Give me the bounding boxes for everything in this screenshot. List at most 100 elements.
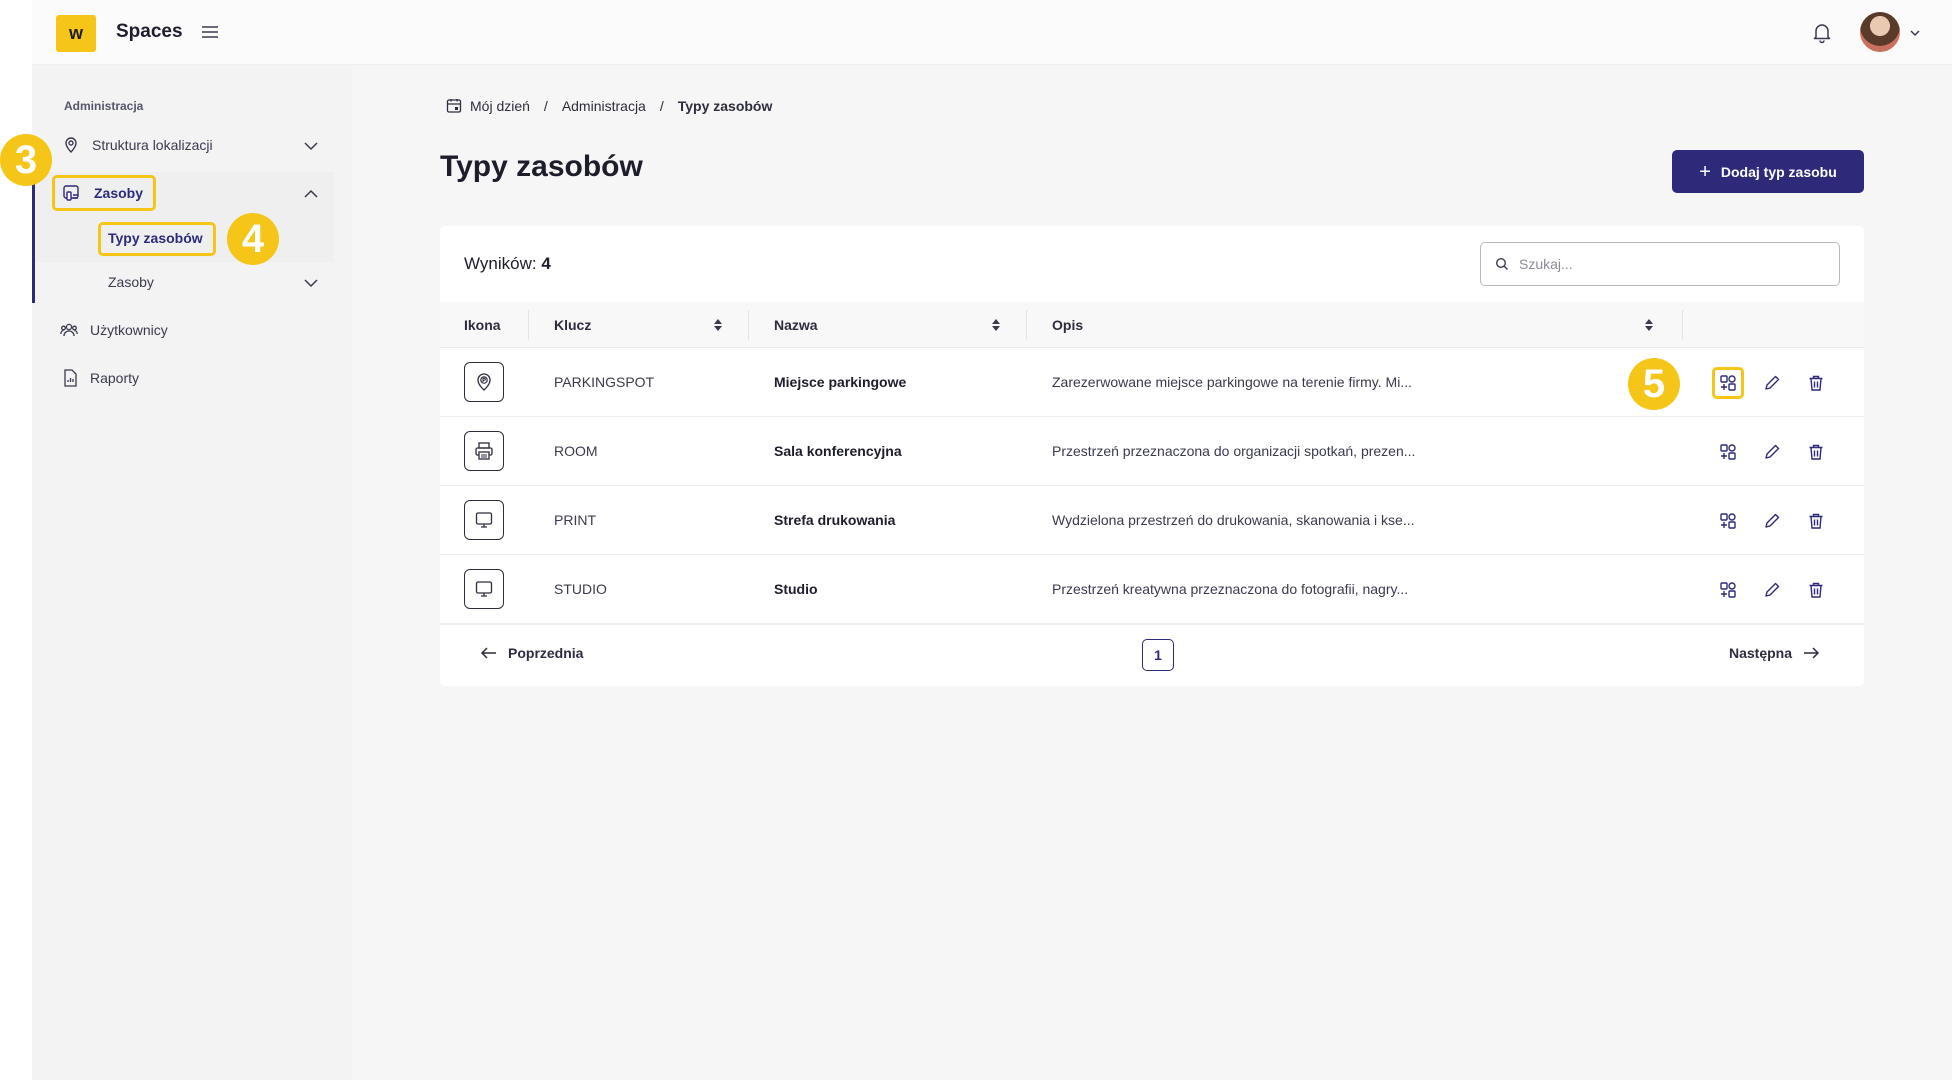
- calendar-day-icon: [446, 99, 462, 113]
- highlight-box-assign: [1712, 367, 1744, 399]
- search-input[interactable]: [1519, 256, 1819, 272]
- breadcrumb-item[interactable]: Mój dzień: [470, 98, 530, 114]
- sidebar-item-uzytkownicy[interactable]: Użytkownicy: [60, 316, 168, 344]
- active-indicator: [32, 172, 35, 303]
- location-pin-icon: [65, 137, 77, 153]
- highlight-box-typy: [98, 222, 216, 256]
- breadcrumb-separator: /: [543, 98, 548, 114]
- app-title: Spaces: [116, 21, 183, 42]
- row-name: Strefa drukowania: [774, 512, 896, 528]
- resources-group-icon: [1720, 582, 1736, 598]
- table-header: Ikona Klucz Nazwa Opis: [440, 302, 1864, 348]
- results-label: Wyników:: [464, 254, 537, 273]
- plus-icon: +: [1699, 160, 1711, 183]
- column-divider: [528, 310, 529, 340]
- resource-types-table-card: Wyników: 4 Ikona Klucz Nazwa Opis PARKIN…: [440, 226, 1864, 686]
- edit-button[interactable]: [1760, 578, 1784, 602]
- breadcrumb: Mój dzień / Administracja / Typy zasobów: [446, 98, 772, 114]
- search-icon: [1495, 257, 1508, 270]
- pencil-icon: [1765, 444, 1780, 459]
- sidebar-item-label: Użytkownicy: [90, 322, 168, 338]
- printer-icon: [464, 431, 504, 471]
- app-logo[interactable]: w: [56, 15, 96, 52]
- delete-button[interactable]: [1804, 509, 1828, 533]
- edit-button[interactable]: [1760, 509, 1784, 533]
- chevron-down-icon[interactable]: [303, 275, 319, 291]
- sidebar-item-label: Zasoby: [108, 274, 154, 290]
- column-divider: [748, 310, 749, 340]
- highlight-box-zasoby: [52, 175, 156, 211]
- sort-icon[interactable]: [712, 317, 724, 333]
- assign-resources-button[interactable]: [1716, 509, 1740, 533]
- step-badge-3: 3: [0, 134, 52, 186]
- trash-icon: [1809, 444, 1823, 460]
- resources-group-icon: [1720, 513, 1736, 529]
- pencil-icon: [1765, 513, 1780, 528]
- user-avatar[interactable]: [1860, 12, 1900, 52]
- previous-label: Poprzednia: [508, 645, 584, 661]
- sidebar-item-label: Struktura lokalizacji: [92, 137, 213, 153]
- row-key: PARKINGSPOT: [554, 374, 655, 390]
- search-box[interactable]: [1480, 242, 1840, 286]
- logo-letter: w: [68, 23, 83, 43]
- step-badge-5: 5: [1628, 358, 1680, 410]
- column-divider: [1682, 310, 1683, 340]
- pencil-icon: [1765, 375, 1780, 390]
- row-name: Miejsce parkingowe: [774, 374, 907, 390]
- trash-icon: [1809, 513, 1823, 529]
- assign-resources-button[interactable]: [1716, 440, 1740, 464]
- row-description: Przestrzeń kreatywna przeznaczona do fot…: [1052, 581, 1409, 597]
- assign-resources-button[interactable]: [1716, 578, 1740, 602]
- edit-button[interactable]: [1760, 440, 1784, 464]
- next-label: Następna: [1729, 645, 1793, 661]
- breadcrumb-item[interactable]: Administracja: [562, 98, 646, 114]
- hamburger-menu-icon[interactable]: [200, 22, 220, 42]
- row-name: Sala konferencyjna: [774, 443, 902, 459]
- row-key: STUDIO: [554, 581, 607, 597]
- bell-icon[interactable]: [1810, 20, 1834, 44]
- table-row[interactable]: ROOM Sala konferencyjna Przestrzeń przez…: [440, 417, 1864, 486]
- table-row[interactable]: PRINT Strefa drukowania Wydzielona przes…: [440, 486, 1864, 555]
- delete-button[interactable]: [1804, 371, 1828, 395]
- results-number: 4: [541, 254, 551, 273]
- column-header-ikona: Ikona: [464, 317, 501, 333]
- chevron-down-icon[interactable]: [1908, 26, 1922, 40]
- delete-button[interactable]: [1804, 578, 1828, 602]
- pagination: Poprzednia 1 Następna: [440, 624, 1864, 686]
- column-divider: [1026, 310, 1027, 340]
- sidebar-subitem-zasoby[interactable]: Zasoby: [108, 268, 154, 296]
- top-header: w Spaces: [0, 0, 1952, 65]
- row-key: ROOM: [554, 443, 598, 459]
- column-header-opis[interactable]: Opis: [1052, 317, 1083, 333]
- sidebar-item-raporty[interactable]: Raporty: [62, 364, 139, 392]
- sidebar-item-struktura[interactable]: Struktura lokalizacji: [62, 131, 213, 159]
- arrow-left-icon: [480, 647, 496, 659]
- column-header-klucz[interactable]: Klucz: [554, 317, 591, 333]
- row-description: Zarezerwowane miejsce parkingowe na tere…: [1052, 374, 1412, 390]
- row-description: Wydzielona przestrzeń do drukowania, ska…: [1052, 512, 1415, 528]
- users-icon: [60, 323, 78, 337]
- column-header-nazwa[interactable]: Nazwa: [774, 317, 818, 333]
- page-number-button[interactable]: 1: [1142, 639, 1174, 671]
- parking-pin-icon: [464, 362, 504, 402]
- resources-group-icon: [1720, 444, 1736, 460]
- chevron-up-icon[interactable]: [303, 186, 319, 202]
- report-icon: [64, 369, 77, 387]
- edit-button[interactable]: [1760, 371, 1784, 395]
- next-page-button[interactable]: Następna: [1729, 645, 1820, 661]
- sort-icon[interactable]: [990, 317, 1002, 333]
- chevron-down-icon[interactable]: [303, 138, 319, 154]
- monitor-icon: [464, 500, 504, 540]
- sidebar-item-label: Raporty: [90, 370, 140, 386]
- trash-icon: [1809, 375, 1823, 391]
- sort-icon[interactable]: [1643, 317, 1655, 333]
- trash-icon: [1809, 582, 1823, 598]
- add-resource-type-button[interactable]: + Dodaj typ zasobu: [1672, 150, 1864, 193]
- sidebar-section-label: Administracja: [64, 99, 144, 113]
- delete-button[interactable]: [1804, 440, 1828, 464]
- breadcrumb-current: Typy zasobów: [677, 98, 773, 114]
- pencil-icon: [1765, 582, 1780, 597]
- table-row[interactable]: STUDIO Studio Przestrzeń kreatywna przez…: [440, 555, 1864, 624]
- previous-page-button[interactable]: Poprzednia: [480, 645, 583, 661]
- step-badge-4: 4: [227, 213, 279, 265]
